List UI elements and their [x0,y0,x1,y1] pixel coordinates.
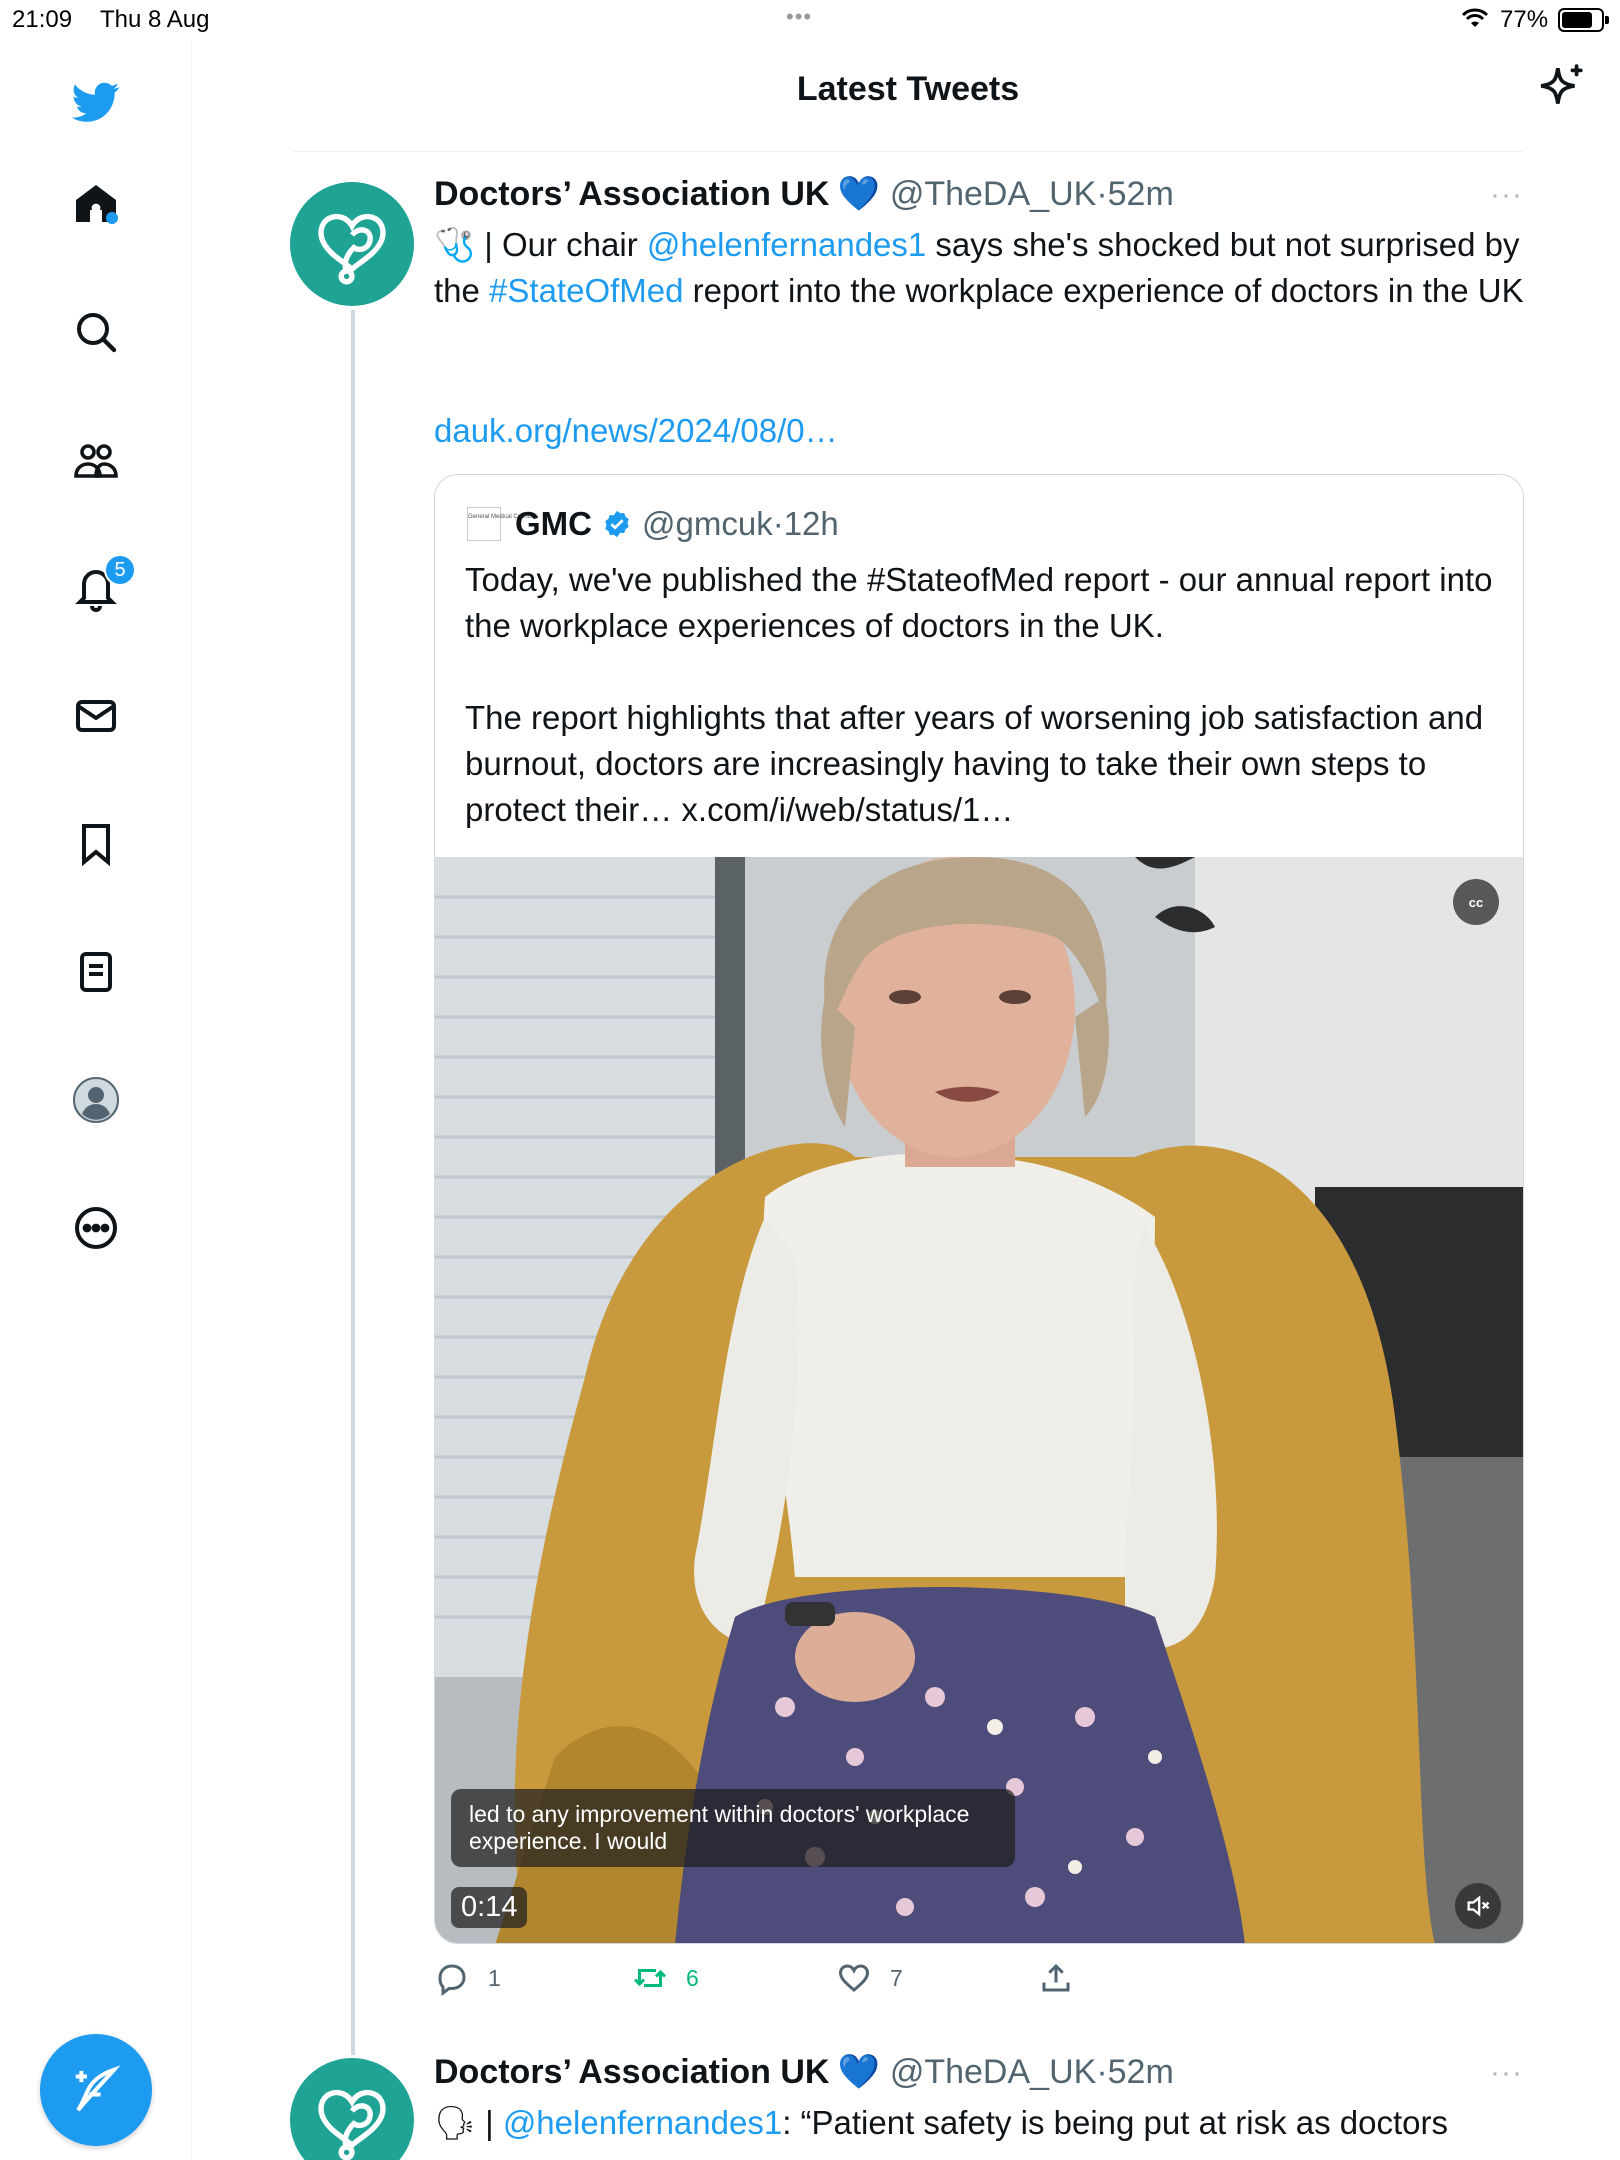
messages-envelope-icon[interactable] [64,684,128,748]
tweet-author-avatar[interactable] [290,182,414,306]
home-icon[interactable] [64,172,128,236]
like-count: 7 [890,1964,903,1991]
share-upload-icon [1042,1963,1070,1992]
sparkle-icon[interactable] [1537,62,1587,112]
quoted-author-handle[interactable]: @gmcuk [642,505,773,543]
article-link[interactable]: dauk.org/news/2024/08/0… [434,408,1524,454]
quoted-author-name[interactable]: GMC [515,505,592,543]
home-unread-dot [106,212,118,224]
communities-icon[interactable] [64,428,128,492]
tweet-timestamp[interactable]: 52m [1108,175,1174,214]
quoted-tweet[interactable]: General Medical Council GMC @gmcuk · 12h… [434,474,1524,1944]
notifications-badge: 5 [104,554,136,586]
quoted-paragraph-2: The report highlights that after years o… [465,699,1484,828]
retweet-button[interactable]: 6 [632,1960,699,1996]
mute-toggle-button[interactable] [1455,1883,1501,1929]
share-button[interactable] [1038,1960,1092,1996]
search-icon[interactable] [64,300,128,364]
tweet-author-handle[interactable]: @TheDA_UK [890,2053,1096,2092]
tweet-more-button[interactable]: ··· [1490,178,1523,212]
quoted-tweet-header: General Medical Council GMC @gmcuk · 12h [467,505,839,543]
compose-feather-icon [75,2065,121,2112]
gmc-logo: General Medical Council [467,507,533,541]
heart-emoji: 💙 [837,175,880,213]
twitter-logo-icon[interactable] [64,70,128,134]
bookmarks-icon[interactable] [64,812,128,876]
closed-captions-button[interactable]: cc [1453,879,1499,925]
speaker-muted-icon [1467,1895,1490,1917]
profile-avatar-icon[interactable] [64,1068,128,1132]
separator-dot: · [772,505,784,542]
video-frame [435,857,1523,1943]
video-player[interactable]: cc led to any improvement within doctors… [435,857,1523,1943]
tweet-author-avatar[interactable] [290,2058,414,2160]
tweet-text-post: report into the workplace experience of … [683,272,1524,309]
video-caption: led to any improvement within doctors' w… [451,1789,1015,1867]
tweet-text-pre: 🗣 | [434,2104,503,2141]
separator-dot: · [1096,2052,1108,2091]
tweet-text-post: : “Patient safety is being put at risk a… [782,2104,1449,2141]
status-time: 21:09 [12,6,73,33]
mention-link[interactable]: @helenfernandes1 [647,226,926,263]
quoted-timestamp: 12h [783,505,839,542]
verified-badge-icon [605,510,629,538]
tweet-author-handle[interactable]: @TheDA_UK [890,175,1096,214]
tweet-body: 🗣 | @helenfernandes1: “Patient safety is… [434,2100,1524,2160]
battery-icon [1558,8,1609,32]
sidebar: 5 [0,40,192,2160]
retweet-count: 6 [686,1964,699,1991]
dauk-logo-icon [318,2090,386,2160]
tweet-header: Doctors’ Association UK 💙 @TheDA_UK · 52… [434,2052,1174,2092]
hashtag-link[interactable]: #StateOfMed [489,272,683,309]
status-bar: 21:09 Thu 8 Aug ••• 77% [0,0,1620,40]
quoted-tweet-body: Today, we've published the #StateofMed r… [465,557,1505,833]
multitasking-dots[interactable]: ••• [786,4,812,30]
heart-icon [838,1964,870,1992]
reply-icon [438,1964,466,1996]
separator-dot: · [1096,174,1108,213]
mention-link[interactable]: @helenfernandes1 [503,2104,782,2141]
video-duration: 0:14 [451,1887,528,1928]
wifi-icon [1460,6,1490,37]
tweet-timestamp[interactable]: 52m [1108,2053,1174,2092]
more-options-icon[interactable] [64,1196,128,1260]
like-button[interactable]: 7 [836,1960,903,1996]
timeline-header: Latest Tweets [292,40,1524,152]
lists-icon[interactable] [64,940,128,1004]
tweet-actions: 1 6 7 [434,1960,1524,2000]
compose-tweet-button[interactable] [40,2034,152,2146]
retweet-icon [633,1969,667,1987]
tweet-body: 🩺 | Our chair @helenfernandes1 says she'… [434,222,1524,314]
tweet-header: Doctors’ Association UK 💙 @TheDA_UK · 52… [434,174,1174,214]
tweet-more-button[interactable]: ··· [1490,2056,1523,2090]
battery-percent: 77% [1500,6,1549,33]
dauk-logo-icon [318,214,386,285]
thread-line [351,310,355,2055]
tweet-author-name[interactable]: Doctors’ Association UK [434,2053,829,2092]
reply-button[interactable]: 1 [434,1960,501,1996]
heart-emoji: 💙 [837,2053,880,2091]
tweet-author-name[interactable]: Doctors’ Association UK [434,175,829,214]
status-date: Thu 8 Aug [100,6,210,33]
page-title: Latest Tweets [796,70,1020,108]
quoted-paragraph-1: Today, we've published the #StateofMed r… [465,561,1493,644]
tweet-text-pre: 🩺 | Our chair [434,226,647,263]
reply-count: 1 [488,1964,501,1991]
